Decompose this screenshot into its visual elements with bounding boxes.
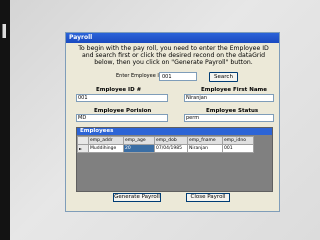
search-button[interactable]: Search	[209, 72, 238, 82]
first-name-field[interactable]: Niranjan	[184, 94, 274, 102]
first-name-label: Employee First Name	[201, 87, 267, 93]
employee-id-field[interactable]: 001	[76, 94, 168, 102]
table-cell[interactable]: 001	[222, 144, 254, 153]
row-indicator-icon: ►	[77, 144, 89, 153]
employee-id-search-label: Enter Employee ID :	[116, 73, 166, 79]
datagrid-caption: Employees	[77, 128, 272, 135]
table-cell-selected[interactable]: 20	[123, 144, 155, 153]
column-header[interactable]: emp_idno	[222, 136, 254, 145]
window-title: Payroll	[66, 33, 279, 43]
position-field[interactable]: MD	[76, 114, 168, 122]
column-header[interactable]: emp_addr	[88, 136, 124, 145]
column-header[interactable]: emp_fname	[187, 136, 223, 145]
employee-id-search-input[interactable]: 001	[159, 72, 197, 81]
table-cell[interactable]: Muddihinge	[88, 144, 124, 153]
row-header-corner	[77, 136, 89, 145]
table-cell[interactable]: Niranjan	[187, 144, 223, 153]
slide-edge-accent	[2, 24, 6, 38]
employees-datagrid[interactable]: Employees emp_addr emp_age emp_dob emp_f…	[76, 127, 273, 192]
slide-edge-strip	[0, 0, 10, 240]
datagrid-header-row: emp_addr emp_age emp_dob emp_fname emp_i…	[77, 136, 254, 145]
instructions-text: To begin with the pay roll, you need to …	[78, 45, 269, 66]
close-payroll-button[interactable]: Close Payroll	[186, 193, 230, 202]
column-header[interactable]: emp_dob	[154, 136, 188, 145]
table-row[interactable]: ► Muddihinge 20 07/04/1985 Niranjan 001	[77, 144, 254, 153]
column-header[interactable]: emp_age	[123, 136, 155, 145]
payroll-window: Payroll To begin with the pay roll, you …	[65, 32, 280, 212]
employee-id-search-row: Enter Employee ID : 001 Search	[66, 72, 281, 82]
datagrid-table: emp_addr emp_age emp_dob emp_fname emp_i…	[77, 136, 254, 153]
status-field[interactable]: perm	[184, 114, 274, 122]
table-cell[interactable]: 07/04/1985	[154, 144, 188, 153]
employee-id-label: Employee ID #	[96, 87, 142, 93]
generate-payroll-button[interactable]: Generate Payroll	[113, 193, 161, 202]
